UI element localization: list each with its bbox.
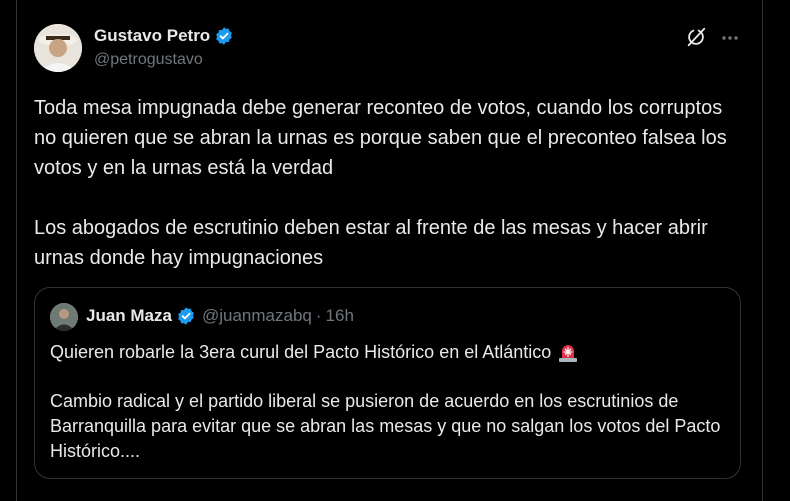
quoted-timestamp[interactable]: 16h xyxy=(326,306,354,326)
grok-icon[interactable] xyxy=(685,26,707,48)
author-handle[interactable]: @petrogustavo xyxy=(94,51,203,69)
tweet-text: Toda mesa impugnada debe generar reconte… xyxy=(34,97,727,269)
quoted-header: Juan Maza @juanmazabq · 16h xyxy=(86,306,354,326)
quoted-first-line: Quieren robarle la 3era curul del Pacto … xyxy=(50,340,579,364)
author-avatar[interactable] xyxy=(34,24,82,72)
more-options-icon[interactable] xyxy=(720,28,740,48)
verified-badge-icon xyxy=(214,26,234,46)
quoted-tweet[interactable]: Juan Maza @juanmazabq · 16h Quieren roba… xyxy=(34,287,741,479)
dot-separator: · xyxy=(315,306,322,325)
quoted-author-name[interactable]: Juan Maza xyxy=(86,306,172,326)
author-name-row[interactable]: Gustavo Petro xyxy=(94,26,234,46)
quoted-author-avatar[interactable] xyxy=(50,303,78,331)
quoted-body-text: Cambio radical y el partido liberal se p… xyxy=(50,391,721,461)
verified-badge-icon xyxy=(176,306,196,326)
quoted-author-handle[interactable]: @juanmazabq xyxy=(202,306,312,326)
quoted-first-line-text: Quieren robarle la 3era curul del Pacto … xyxy=(50,342,552,362)
author-name[interactable]: Gustavo Petro xyxy=(94,26,210,46)
police-siren-emoji-icon xyxy=(557,341,579,363)
